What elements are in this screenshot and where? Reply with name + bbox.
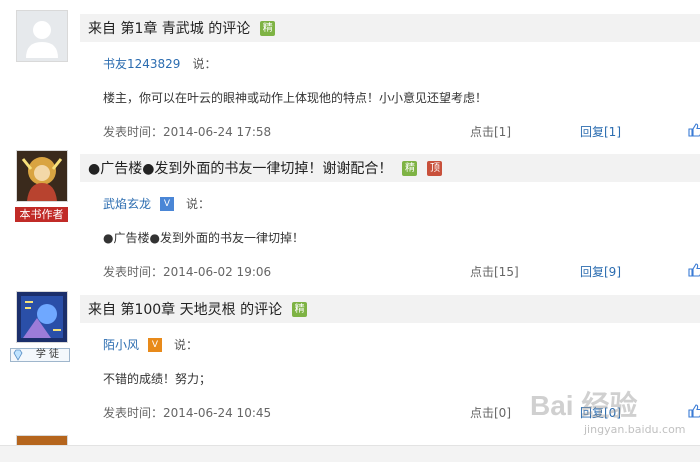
say-label: 说： bbox=[174, 338, 199, 352]
gem-icon bbox=[13, 349, 23, 361]
watermark-logo: Bai 经验 bbox=[530, 390, 638, 421]
click-count: 点击[1] bbox=[470, 125, 511, 139]
post-content: 不错的成绩！努力； bbox=[103, 372, 212, 386]
post-title-row: 来自 第100章 天地灵根 的评论 精 bbox=[88, 299, 308, 319]
username-link[interactable]: 武焰玄龙 bbox=[103, 195, 151, 212]
say-label: 说： bbox=[186, 197, 211, 211]
author-line: 陌小风 V 说： bbox=[103, 336, 198, 353]
watermark-url: jingyan.baidu.com bbox=[584, 423, 686, 436]
author-line: 武焰玄龙 V 说： bbox=[103, 195, 210, 212]
author-avatar-image bbox=[17, 151, 67, 201]
default-avatar-icon bbox=[17, 11, 67, 61]
click-count: 点击[15] bbox=[470, 265, 519, 279]
reply-link[interactable]: 回复[1] bbox=[580, 123, 621, 140]
featured-tag: 精 bbox=[260, 20, 276, 36]
post-content: 楼主，你可以在叶云的眼神或动作上体现他的特点！小小意见还望考虑！ bbox=[103, 91, 488, 105]
rank-label: 学 徒 bbox=[35, 349, 59, 360]
post-time: 发表时间：2014-06-24 10:45 bbox=[103, 406, 272, 420]
user-avatar[interactable] bbox=[16, 291, 68, 343]
like-icon[interactable] bbox=[688, 404, 700, 418]
user-avatar-image bbox=[17, 292, 67, 342]
comment-post: 来自 第1章 青武城 的评论 精 书友1243829 说： 楼主，你可以在叶云的… bbox=[0, 10, 700, 140]
post-title[interactable]: ●广告楼●发到外面的书友一律切掉！谢谢配合！ bbox=[88, 158, 392, 178]
reply-link[interactable]: 回复[9] bbox=[580, 263, 621, 280]
pinned-tag: 顶 bbox=[427, 160, 443, 176]
user-avatar[interactable] bbox=[16, 10, 68, 62]
comment-post: 本书作者 ●广告楼●发到外面的书友一律切掉！谢谢配合！ 精 顶 武焰玄龙 V 说… bbox=[0, 150, 700, 285]
post-time: 发表时间：2014-06-24 17:58 bbox=[103, 125, 272, 139]
vip-badge-icon: V bbox=[160, 196, 175, 211]
author-line: 书友1243829 说： bbox=[103, 55, 216, 72]
featured-tag: 精 bbox=[292, 301, 308, 317]
author-role-label: 本书作者 bbox=[15, 207, 68, 222]
post-title[interactable]: 来自 第1章 青武城 的评论 bbox=[88, 18, 250, 38]
post-title-row: ●广告楼●发到外面的书友一律切掉！谢谢配合！ 精 顶 bbox=[88, 158, 443, 178]
user-rank-badge: 学 徒 bbox=[10, 348, 70, 362]
username-link[interactable]: 书友1243829 bbox=[103, 55, 180, 72]
username-link[interactable]: 陌小风 bbox=[103, 336, 139, 353]
author-avatar[interactable] bbox=[16, 150, 68, 202]
like-icon[interactable] bbox=[688, 123, 700, 137]
say-label: 说： bbox=[192, 57, 217, 71]
post-title-row: 来自 第1章 青武城 的评论 精 bbox=[88, 18, 276, 38]
post-title[interactable]: 来自 第100章 天地灵根 的评论 bbox=[88, 299, 282, 319]
post-time: 发表时间：2014-06-02 19:06 bbox=[103, 265, 272, 279]
post-content: ●广告楼●发到外面的书友一律切掉！ bbox=[103, 231, 304, 245]
featured-tag: 精 bbox=[402, 160, 418, 176]
like-icon[interactable] bbox=[688, 263, 700, 277]
bottom-scroll-area bbox=[0, 445, 700, 462]
click-count: 点击[0] bbox=[470, 406, 511, 420]
vip-badge-icon: V bbox=[148, 337, 163, 352]
baidu-jingyan-watermark: Bai 经验 jingyan.baidu.com bbox=[530, 382, 686, 442]
